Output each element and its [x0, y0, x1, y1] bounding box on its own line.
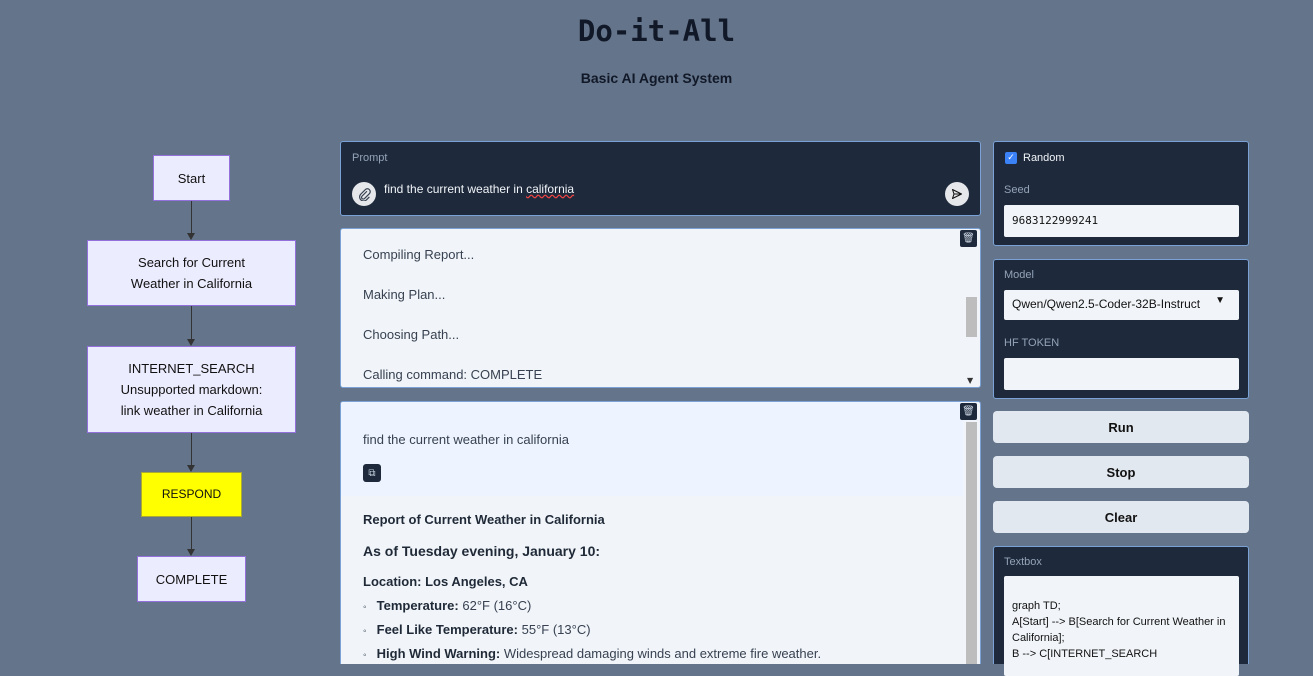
bullet-icon: ◦ [363, 650, 367, 661]
flow-node-label: Search for Current [138, 255, 245, 270]
textbox-label: Textbox [1004, 556, 1042, 568]
run-button[interactable]: Run [993, 411, 1249, 443]
chevron-down-icon[interactable]: ▼ [967, 376, 973, 385]
flow-connector [191, 201, 192, 233]
bullet-value: 55°F (13°C) [521, 622, 591, 637]
flow-node-respond: RESPOND [141, 472, 242, 517]
report-location: Location: Los Angeles, CA [363, 574, 528, 589]
flow-node-label: link weather in California [120, 403, 263, 418]
flow-node-label: Unsupported markdown: [120, 382, 263, 397]
chevron-down-icon: ▼ [1215, 295, 1225, 306]
paperclip-icon[interactable] [352, 182, 376, 206]
flow-connector [191, 306, 192, 339]
flow-arrow [187, 233, 195, 240]
report-bullet: ◦ Feel Like Temperature: 55°F (13°C) [363, 622, 591, 637]
prompt-input-text: find the current weather in [384, 182, 527, 196]
report-title: Report of Current Weather in California [363, 512, 605, 527]
prompt-input[interactable]: find the current weather in california [384, 182, 574, 196]
bullet-value: 62°F (16°C) [462, 598, 532, 613]
report-bullet: ◦ High Wind Warning: Widespread damaging… [363, 646, 821, 661]
page-subtitle: Basic AI Agent System [580, 70, 733, 86]
bullet-value: Widespread damaging winds and extreme fi… [503, 646, 822, 661]
flow-node-internet-search: INTERNET_SEARCH Unsupported markdown: li… [87, 346, 296, 433]
model-panel: Model Qwen/Qwen2.5-Coder-32B-Instruct ▼ … [993, 259, 1249, 399]
chat-scrollbar-thumb[interactable] [966, 422, 977, 664]
flow-node-label: COMPLETE [155, 571, 228, 587]
page-title: Do-it-All [577, 14, 736, 48]
bullet-icon: ◦ [363, 626, 367, 637]
random-checkbox[interactable]: ✓ [1005, 152, 1017, 164]
seed-input[interactable]: 9683122999241 [1004, 205, 1239, 237]
textbox-panel: Textbox graph TD; A[Start] --> B[Search … [993, 546, 1249, 676]
flow-arrow [187, 339, 195, 346]
textbox-line: graph TD; [1012, 600, 1061, 612]
flow-node-search: Search for Current Weather in California [87, 240, 296, 306]
log-item: Calling command: COMPLETE [363, 367, 543, 382]
flow-node-complete: COMPLETE [137, 556, 246, 602]
copy-icon[interactable]: ⧉ [363, 464, 381, 482]
flow-node-start: Start [153, 155, 230, 201]
user-message-text: find the current weather in california [363, 432, 569, 447]
model-select-value: Qwen/Qwen2.5-Coder-32B-Instruct [1012, 297, 1201, 311]
hf-token-input[interactable] [1004, 358, 1239, 390]
bullet-label: Temperature: [376, 598, 459, 613]
flow-node-label: Start [177, 170, 206, 186]
status-log[interactable]: Compiling Report... Making Plan... Choos… [340, 228, 981, 388]
report-bullet: ◦ Temperature: 62°F (16°C) [363, 598, 531, 613]
flow-connector [191, 433, 192, 465]
model-label: Model [1004, 269, 1034, 281]
log-item: Choosing Path... [363, 327, 460, 342]
hf-token-label: HF TOKEN [1004, 337, 1060, 349]
prompt-input-misspelled: california [526, 182, 575, 196]
seed-panel: ✓ Random Seed 9683122999241 [993, 141, 1249, 246]
random-label[interactable]: Random [1023, 152, 1065, 164]
send-icon[interactable] [945, 182, 969, 206]
clear-button[interactable]: Clear [993, 501, 1249, 533]
trash-icon[interactable]: 🗑 [960, 403, 977, 420]
flow-node-label: INTERNET_SEARCH [128, 361, 255, 376]
flow-arrow [187, 549, 195, 556]
report-heading: As of Tuesday evening, January 10: [363, 543, 601, 559]
prompt-label: Prompt [352, 152, 388, 164]
flow-node-label: Weather in California [130, 276, 253, 291]
user-message: find the current weather in california ⧉ [341, 402, 963, 496]
prompt-panel: Prompt find the current weather in calif… [340, 141, 981, 216]
textbox-input[interactable]: graph TD; A[Start] --> B[Search for Curr… [1004, 576, 1239, 676]
bullet-icon: ◦ [363, 602, 367, 613]
log-scrollbar-thumb[interactable] [966, 297, 977, 337]
log-item: Making Plan... [363, 287, 446, 302]
model-select[interactable]: Qwen/Qwen2.5-Coder-32B-Instruct ▼ [1004, 290, 1239, 320]
flow-connector [191, 517, 192, 549]
textbox-line: B --> C[INTERNET_SEARCH [1012, 648, 1158, 660]
flow-node-label: RESPOND [161, 487, 222, 501]
chat-output[interactable]: find the current weather in california ⧉… [340, 401, 981, 664]
seed-label: Seed [1004, 184, 1030, 196]
flow-arrow [187, 465, 195, 472]
bullet-label: High Wind Warning: [376, 646, 501, 661]
log-scrollbar[interactable]: ▼ [965, 249, 978, 387]
chat-scrollbar[interactable] [965, 422, 978, 664]
stop-button[interactable]: Stop [993, 456, 1249, 488]
log-item: Compiling Report... [363, 247, 475, 262]
textbox-line: A[Start] --> B[Search for Current Weathe… [1012, 616, 1226, 644]
bullet-label: Feel Like Temperature: [376, 622, 518, 637]
trash-icon[interactable]: 🗑 [960, 230, 977, 247]
